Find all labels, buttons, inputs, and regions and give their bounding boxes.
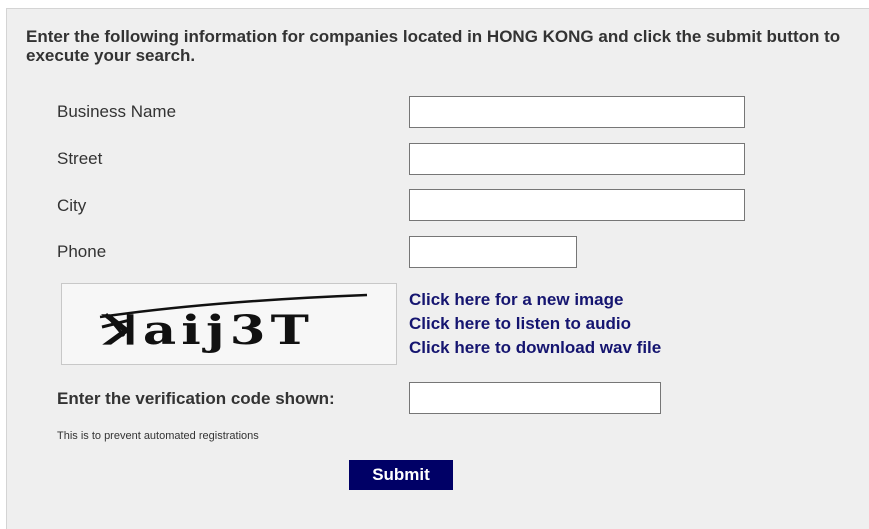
captcha-image: ꓘaij3T bbox=[61, 283, 397, 365]
form-instructions: Enter the following information for comp… bbox=[26, 27, 841, 65]
phone-label: Phone bbox=[57, 242, 107, 261]
street-label: Street bbox=[57, 149, 103, 168]
verification-code-input[interactable] bbox=[409, 382, 661, 414]
new-image-link[interactable]: Click here for a new image bbox=[409, 288, 623, 312]
business-name-input[interactable] bbox=[409, 96, 745, 128]
automation-note: This is to prevent automated registratio… bbox=[57, 430, 259, 442]
search-form-panel: Enter the following information for comp… bbox=[6, 8, 869, 529]
city-label: City bbox=[57, 196, 87, 215]
verification-code-label: Enter the verification code shown: bbox=[57, 389, 335, 408]
listen-audio-link[interactable]: Click here to listen to audio bbox=[409, 312, 631, 336]
captcha-text: ꓘaij3T bbox=[100, 307, 314, 354]
street-input[interactable] bbox=[409, 143, 745, 175]
submit-button[interactable]: Submit bbox=[349, 460, 453, 490]
city-input[interactable] bbox=[409, 189, 745, 221]
business-name-label: Business Name bbox=[57, 102, 177, 121]
captcha-graphic: ꓘaij3T bbox=[99, 293, 368, 354]
download-wav-link[interactable]: Click here to download wav file bbox=[409, 336, 661, 360]
phone-input[interactable] bbox=[409, 236, 577, 268]
